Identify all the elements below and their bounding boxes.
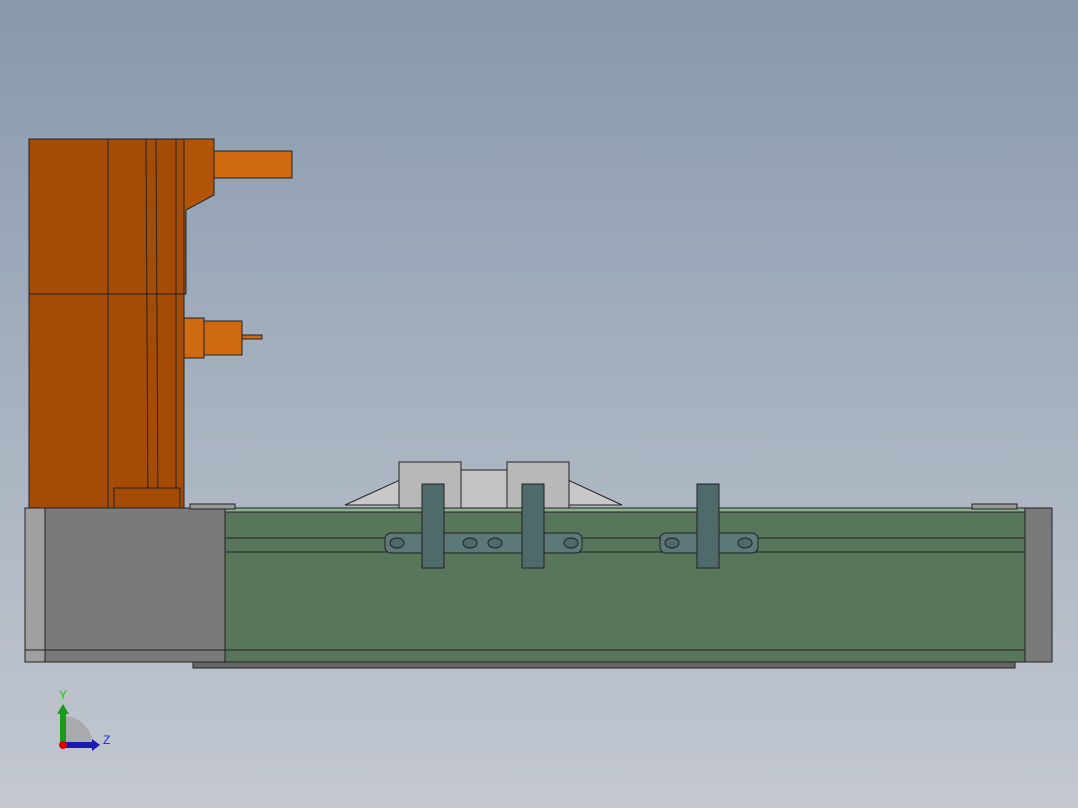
triad-quadrant: [63, 716, 93, 745]
z-axis-label: Z: [103, 733, 110, 747]
motor-housing: [28, 138, 293, 509]
slider-carriage: [344, 461, 623, 509]
cad-viewport[interactable]: Y Z: [0, 0, 1078, 808]
y-axis-label: Y: [59, 688, 67, 702]
x-axis-dot: [59, 741, 67, 749]
y-axis-arrow: [60, 712, 66, 745]
coordinate-triad: Y Z: [57, 688, 110, 751]
z-axis-arrow: [63, 742, 93, 748]
